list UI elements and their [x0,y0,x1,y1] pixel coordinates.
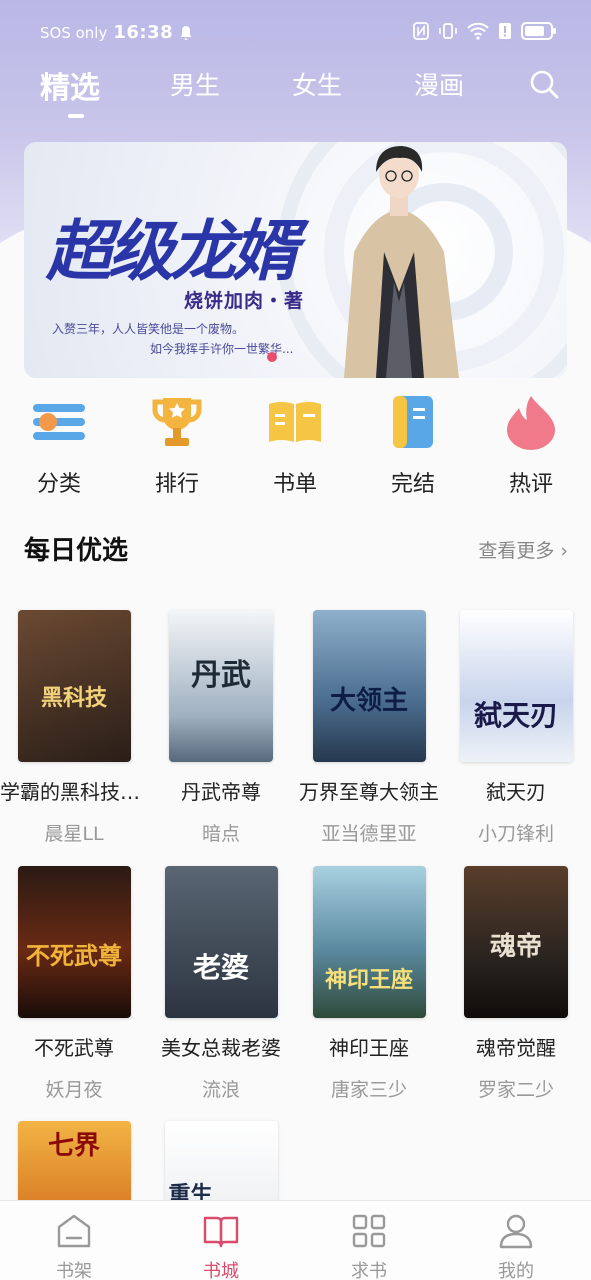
tab-comics[interactable]: 漫画 [414,66,464,102]
bookstore-icon [203,1216,239,1248]
book-title: 不死武尊 [34,1036,114,1060]
book-title: 弑天刃 [486,780,546,804]
book-card[interactable]: 魂帝 魂帝觉醒 罗家二少 [442,866,590,1102]
active-tab-indicator [68,114,84,118]
book-title: 魂帝觉醒 [476,1036,556,1060]
book-title: 学霸的黑科技系统 [0,780,148,804]
quick-nav-category[interactable]: 分类 [9,394,109,498]
nav-bookstore[interactable]: 书城 [171,1213,271,1280]
book-title: 万界至尊大领主 [299,780,439,804]
banner-author: 烧饼加肉・著 [184,290,305,312]
search-icon[interactable] [528,68,560,100]
cover-title-art: 七界 [47,1131,100,1161]
book-author: 亚当德里亚 [321,823,417,845]
book-card[interactable]: 神印王座 神印王座 唐家三少 [295,866,443,1102]
book-author: 暗点 [201,823,240,845]
book-cover: 老婆 [164,866,278,1018]
tab-featured[interactable]: 精选 [40,63,100,107]
book-title: 美女总裁老婆 [161,1036,281,1060]
book-card[interactable]: 黑科技 学霸的黑科技系统 晨星LL [0,610,148,846]
network-status: SOS only [40,23,108,42]
book-card[interactable]: 不死武尊 不死武尊 妖月夜 [0,866,148,1102]
category-icon [33,404,85,440]
book-card[interactable]: 老婆 美女总裁老婆 流浪 [147,866,295,1102]
quick-nav: 分类 排行 书单 完结 热评 [0,394,591,497]
nav-profile[interactable]: 我的 [466,1213,566,1280]
nav-bookshelf[interactable]: 书架 [24,1213,124,1280]
view-more-link[interactable]: 查看更多 › [478,536,568,563]
nav-label: 求书 [351,1261,387,1280]
book-author: 小刀锋利 [477,823,554,845]
nav-label: 书架 [56,1261,92,1280]
book-cover: 黑科技 [17,610,131,762]
bottom-nav: 书架 书城 求书 我的 [0,1200,591,1280]
quick-nav-label: 完结 [390,472,435,497]
cover-title-art: 老婆 [192,951,249,984]
quick-nav-label: 热评 [508,472,553,497]
quick-nav-label: 排行 [154,472,199,497]
nav-request-book[interactable]: 求书 [319,1213,419,1280]
book-author: 唐家三少 [330,1079,407,1101]
trophy-icon [152,398,202,446]
battery-icon [521,22,556,40]
nfc-icon [413,22,429,40]
nav-label: 书城 [203,1261,239,1280]
book-cover: 大领主 [312,610,426,762]
bookshelf-icon [57,1214,91,1248]
banner-character-illustration [344,146,459,378]
vibrate-icon [439,23,457,39]
tab-female[interactable]: 女生 [292,66,342,102]
quick-nav-finished[interactable]: 完结 [363,394,463,498]
cover-title-art: 黑科技 [40,685,107,711]
quick-nav-label: 书单 [272,472,317,497]
book-list-icon [269,402,321,442]
nav-label: 我的 [498,1261,534,1280]
quick-nav-ranking[interactable]: 排行 [127,394,227,498]
alert-icon [499,23,511,39]
book-author: 流浪 [201,1079,240,1101]
book-cover: 不死武尊 [17,866,131,1018]
book-card[interactable]: 大领主 万界至尊大领主 亚当德里亚 [295,610,443,846]
status-bar: SOS only 16:38 [0,0,591,64]
quick-nav-label: 分类 [36,472,81,497]
cover-title-art: 魂帝 [489,932,542,962]
cover-title-art: 不死武尊 [26,941,122,970]
book-author: 罗家二少 [477,1079,554,1101]
top-tab-bar: 精选 男生 女生 漫画 [0,60,591,120]
daily-picks-header: 每日优选 查看更多 › [24,528,568,568]
book-author: 晨星LL [44,823,104,845]
banner-title: 超级龙婿 [46,212,298,290]
request-book-icon [352,1214,386,1248]
quick-nav-booklist[interactable]: 书单 [245,394,345,498]
book-card[interactable]: 弑天刃 弑天刃 小刀锋利 [442,610,590,846]
finished-book-icon [393,396,433,448]
book-title: 神印王座 [329,1036,409,1060]
bell-icon [180,25,192,40]
banner-tagline-1: 入赘三年，人人皆笑他是一个废物。 [52,322,245,336]
promo-banner[interactable]: 超级龙婿 烧饼加肉・著 入赘三年，人人皆笑他是一个废物。 如今我挥手许你一世繁华… [24,142,567,378]
cover-title-art: 神印王座 [324,967,413,993]
profile-icon [499,1214,533,1249]
book-author: 妖月夜 [45,1079,103,1101]
book-cover: 魂帝 [464,866,568,1018]
book-cover: 丹武 [169,610,273,762]
book-title: 丹武帝尊 [181,780,261,804]
book-card[interactable]: 丹武 丹武帝尊 暗点 [147,610,295,846]
quick-nav-hot-reviews[interactable]: 热评 [481,394,581,498]
book-cover: 神印王座 [312,866,426,1018]
cover-title-art: 弑天刃 [473,699,558,732]
tab-male[interactable]: 男生 [170,66,220,102]
clock: 16:38 [113,22,174,43]
cover-title-art: 大领主 [329,686,408,716]
flame-icon [507,396,555,450]
wifi-icon [467,22,489,40]
cover-title-art: 丹武 [191,658,251,693]
section-title: 每日优选 [24,536,129,566]
carousel-indicator[interactable] [267,352,277,362]
book-cover: 弑天刃 [459,610,573,762]
